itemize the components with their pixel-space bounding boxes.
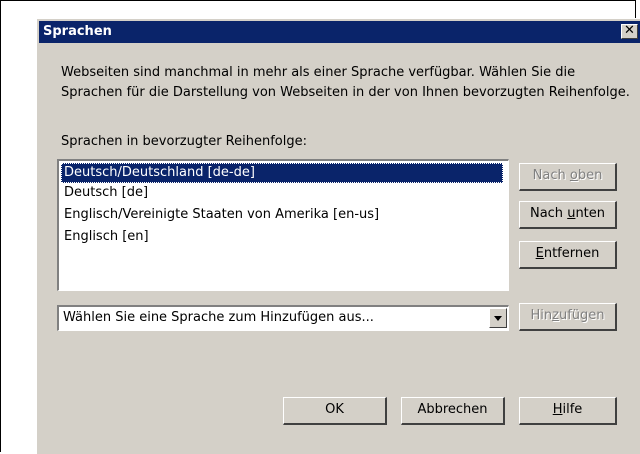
- list-label: Sprachen in bevorzugter Reihenfolge:: [61, 134, 307, 149]
- chevron-down-icon[interactable]: [489, 308, 507, 328]
- title-bar[interactable]: Sprachen ✕: [39, 21, 640, 43]
- intro-text: Webseiten sind manchmal in mehr als eine…: [61, 65, 630, 100]
- cancel-button[interactable]: Abbrechen: [401, 397, 505, 425]
- help-button[interactable]: Hilfe: [519, 397, 617, 425]
- list-item[interactable]: Deutsch [de]: [61, 183, 503, 203]
- add-language-select-value: Wählen Sie eine Sprache zum Hinzufügen a…: [63, 310, 374, 325]
- dialog-title: Sprachen: [43, 24, 112, 39]
- close-icon: ✕: [624, 23, 635, 38]
- list-item[interactable]: Englisch [en]: [61, 227, 503, 247]
- languages-listbox[interactable]: Deutsch/Deutschland [de-de] Deutsch [de]…: [57, 159, 509, 291]
- remove-button[interactable]: Entfernen: [519, 241, 617, 269]
- languages-dialog: Sprachen ✕ Webseiten sind manchmal in me…: [36, 18, 640, 454]
- close-button[interactable]: ✕: [621, 24, 638, 39]
- add-button[interactable]: Hinzufügen: [519, 303, 617, 331]
- list-item[interactable]: Englisch/Vereinigte Staaten von Amerika …: [61, 205, 503, 225]
- move-down-button[interactable]: Nach unten: [519, 201, 617, 229]
- add-language-select[interactable]: Wählen Sie eine Sprache zum Hinzufügen a…: [57, 305, 509, 331]
- move-up-button[interactable]: Nach oben: [519, 163, 617, 191]
- list-item[interactable]: Deutsch/Deutschland [de-de]: [61, 163, 503, 183]
- ok-button[interactable]: OK: [283, 397, 387, 425]
